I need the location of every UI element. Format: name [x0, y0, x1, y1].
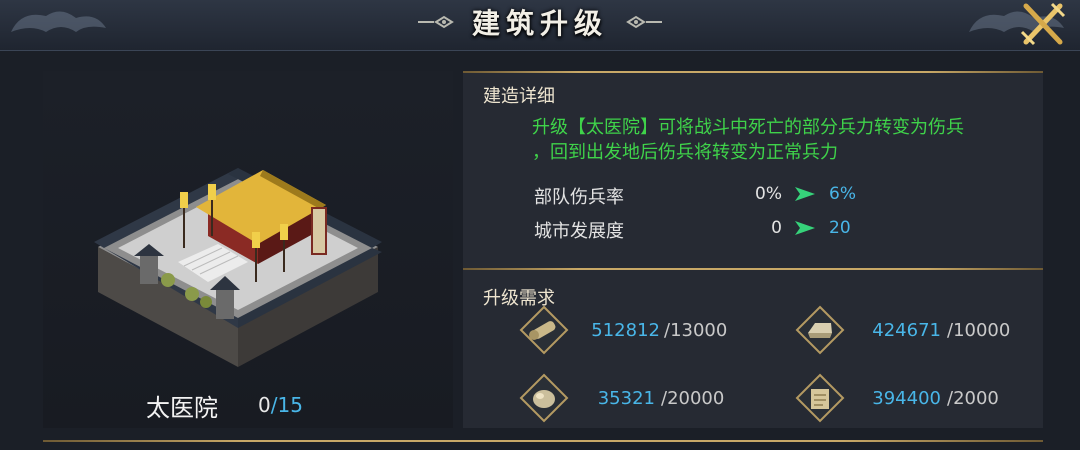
req-grain-need: /2000 [947, 388, 999, 409]
building-description: 升级【太医院】可将战斗中死亡的部分兵力转变为伤兵 ，回到出发地后伤兵将转变为正常… [532, 115, 1032, 165]
divider-bottom [43, 440, 1043, 442]
req-wood-have: 512812 [591, 320, 660, 341]
window-header: 建筑升级 [0, 0, 1080, 51]
building-level: 0/15 [258, 393, 303, 417]
imperial-hospital-building-image [94, 168, 382, 367]
req-iron-need: /10000 [947, 320, 1011, 341]
stat-old-wound-rate: 0% [755, 184, 782, 204]
arrow-right-icon [795, 187, 815, 201]
page-title: 建筑升级 [471, 7, 608, 40]
req-grain-have: 394400 [872, 388, 941, 409]
building-level-max: /15 [270, 393, 303, 417]
building-name: 太医院 [146, 394, 218, 422]
stat-label-wound-rate: 部队伤兵率 [534, 187, 624, 208]
req-iron-have: 424671 [872, 320, 941, 341]
description-line-1: 升级【太医院】可将战斗中死亡的部分兵力转变为伤兵 [532, 117, 964, 138]
description-line-2: ，回到出发地后伤兵将转变为正常兵力 [532, 142, 838, 163]
req-stone-have: 35321 [597, 388, 655, 409]
title-group: 建筑升级 [404, 0, 676, 44]
req-wood-need: /13000 [664, 320, 728, 341]
title-ornament-right-icon [626, 15, 662, 29]
details-section-title: 建造详细 [483, 86, 555, 107]
crossed-swords-close-icon [1020, 2, 1066, 46]
req-stone-need: /20000 [661, 388, 725, 409]
stat-label-city-development: 城市发展度 [534, 221, 624, 242]
cloud-ornament-left-icon [11, 11, 106, 32]
divider-middle [463, 268, 1043, 270]
building-level-current: 0 [258, 393, 271, 417]
arrow-right-icon [795, 221, 815, 235]
close-button[interactable] [1020, 2, 1066, 46]
stat-new-wound-rate: 6% [829, 184, 856, 204]
stat-new-city-development: 20 [829, 218, 851, 238]
stat-old-city-development: 0 [771, 218, 782, 238]
divider-top [463, 71, 1043, 73]
title-ornament-left-icon [417, 15, 454, 29]
